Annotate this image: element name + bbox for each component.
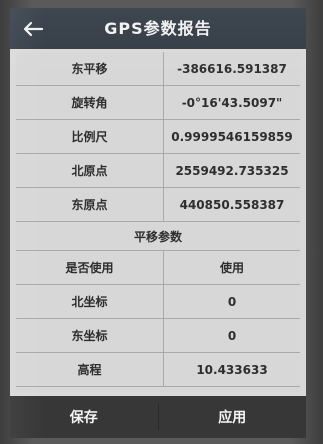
east-coordinate-label: 东坐标 xyxy=(16,319,164,352)
table-row: 东原点 440850.558387 xyxy=(16,188,300,222)
translation-section-title: 平移参数 xyxy=(16,222,300,251)
use-translation-value[interactable]: 使用 xyxy=(164,251,300,284)
east-origin-label: 东原点 xyxy=(16,188,164,221)
elevation-label: 高程 xyxy=(16,353,164,386)
device-frame: GPS参数报告 东平移 -386616.591387 旋转角 -0°16'43.… xyxy=(0,0,323,444)
table-row: 旋转角 -0°16'43.5097" xyxy=(16,86,300,120)
north-origin-value: 2559492.735325 xyxy=(175,163,289,178)
page-title: GPS参数报告 xyxy=(104,18,212,38)
save-button[interactable]: 保存 xyxy=(10,396,158,438)
table-row: 比例尺 0.9999546159859 xyxy=(16,120,300,154)
east-origin-value: 440850.558387 xyxy=(179,197,285,212)
scale-value: 0.9999546159859 xyxy=(171,129,293,144)
table-row: 北原点 2559492.735325 xyxy=(16,154,300,188)
rotation-angle-label: 旋转角 xyxy=(16,86,164,119)
north-coordinate-value[interactable]: 0 xyxy=(164,285,300,318)
apply-button[interactable]: 应用 xyxy=(159,396,307,438)
table-row: 东坐标 0 xyxy=(16,319,300,353)
table-row: 高程 10.433633 xyxy=(16,353,300,387)
east-shift-label: 东平移 xyxy=(16,52,164,85)
table-row: 北坐标 0 xyxy=(16,285,300,319)
table-row: 是否使用 使用 xyxy=(16,251,300,285)
east-shift-value: -386616.591387 xyxy=(177,61,287,76)
arrow-left-icon xyxy=(23,21,44,37)
rotation-angle-value: -0°16'43.5097" xyxy=(181,95,283,110)
back-button[interactable] xyxy=(20,17,46,41)
app-screen: GPS参数报告 东平移 -386616.591387 旋转角 -0°16'43.… xyxy=(10,8,306,438)
east-coordinate-value[interactable]: 0 xyxy=(164,319,300,352)
table-row: 东平移 -386616.591387 xyxy=(16,52,300,86)
scale-label: 比例尺 xyxy=(16,120,164,153)
app-header: GPS参数报告 xyxy=(10,8,306,49)
north-origin-label: 北原点 xyxy=(16,154,164,187)
elevation-value[interactable]: 10.433633 xyxy=(164,353,300,386)
use-translation-label: 是否使用 xyxy=(16,251,164,284)
parameter-table: 东平移 -386616.591387 旋转角 -0°16'43.5097" 比例… xyxy=(16,52,300,392)
footer-actions: 保存 应用 xyxy=(10,396,306,438)
north-coordinate-label: 北坐标 xyxy=(16,285,164,318)
